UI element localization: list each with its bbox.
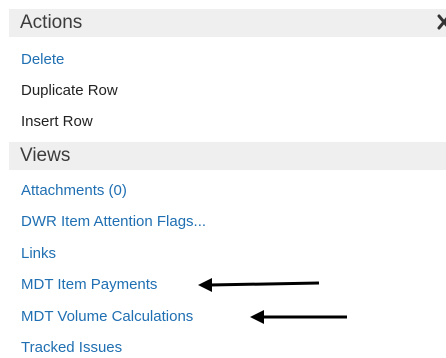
tracked-issues-link[interactable]: Tracked Issues [21,338,122,358]
actions-header-label: Actions [20,12,83,33]
mdt-item-payments-label: MDT Item Payments [21,276,158,293]
mdt-volume-calculations-link[interactable]: MDT Volume Calculations [21,307,193,327]
left-arrow-icon [250,310,347,324]
actions-header: Actions [9,9,446,37]
left-arrow-icon [198,278,320,292]
delete-action-label: Delete [21,51,65,68]
duplicate-row-action-label: Duplicate Row [21,82,118,99]
close-icon[interactable] [436,13,446,31]
mdt-volume-calculations-label: MDT Volume Calculations [21,308,194,325]
duplicate-row-action[interactable]: Duplicate Row [21,81,118,101]
attachments-view-label: Attachments (0) [21,182,127,199]
links-view-link[interactable]: Links [21,244,56,264]
attachments-view-link[interactable]: Attachments (0) [21,181,127,201]
insert-row-action-label: Insert Row [21,113,93,130]
tracked-issues-label: Tracked Issues [21,339,123,356]
views-header: Views [9,142,446,170]
mdt-item-payments-link[interactable]: MDT Item Payments [21,275,157,295]
dwr-item-attention-flags-label: DWR Item Attention Flags... [21,213,207,230]
delete-action[interactable]: Delete [21,50,64,70]
context-menu-panel: Actions Delete Duplicate Row Insert Row … [0,0,446,356]
views-header-label: Views [20,145,71,166]
links-view-label: Links [21,245,57,262]
dwr-item-attention-flags-link[interactable]: DWR Item Attention Flags... [21,212,206,232]
insert-row-action[interactable]: Insert Row [21,112,93,132]
